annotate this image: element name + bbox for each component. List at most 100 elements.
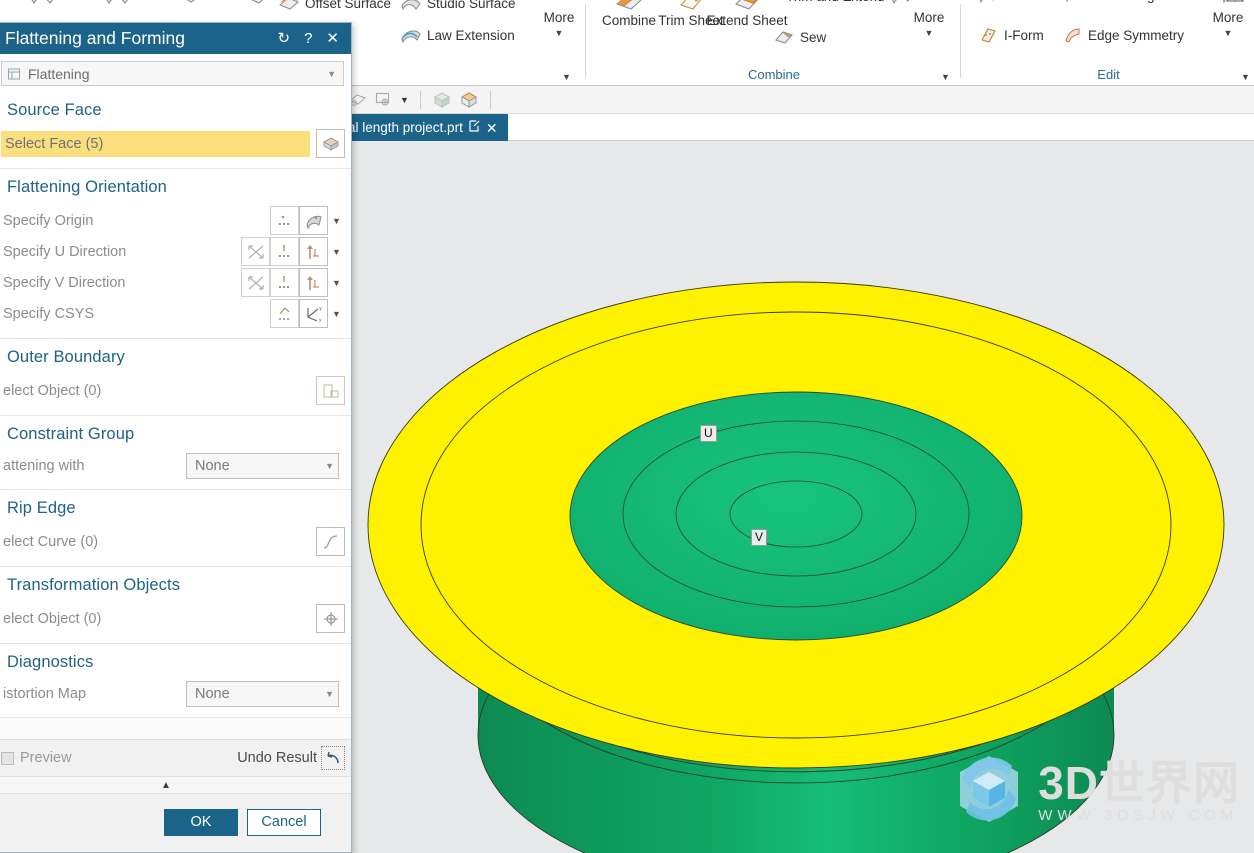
ribbon-item-law-extension[interactable]: Law Extension [400, 26, 515, 44]
origin-surface-icon[interactable] [299, 206, 328, 235]
chevron-down-icon[interactable]: ▼ [328, 268, 345, 297]
ribbon-item-label: Offset Surface [305, 0, 392, 11]
specify-u-direction-row[interactable]: ✓ Specify U Direction ▼ [1, 237, 345, 266]
cancel-button[interactable]: Cancel [247, 808, 321, 836]
watermark-sub-text: WWW.3DSJW.COM [1038, 806, 1239, 824]
select-object-transform-row[interactable]: elect Object (0) [1, 604, 345, 633]
point-dialog-icon[interactable] [270, 206, 299, 235]
row-label: elect Object (0) [3, 610, 102, 627]
vector-normal-icon[interactable] [299, 237, 328, 266]
section-heading: Diagnostics [7, 653, 94, 671]
distortion-map-select[interactable]: None ▼ [186, 681, 339, 707]
select-face-row[interactable]: ✓ Select Face (5) [1, 129, 345, 158]
reset-button[interactable]: ↻ [278, 31, 291, 46]
ribbon-item-offset-surface[interactable]: Offset Surface [278, 0, 391, 12]
chevron-down-icon[interactable]: ▼ [328, 206, 345, 235]
ok-button[interactable]: OK [164, 808, 238, 836]
curve-rule-icon[interactable] [316, 376, 345, 405]
ribbon-item-match-edge[interactable]: Match Edge [1063, 0, 1162, 4]
chevron-down-icon[interactable]: ▼ [328, 237, 345, 266]
ribbon-more-combine[interactable]: More ▼ [906, 10, 952, 41]
extrude-icon [178, 0, 204, 6]
specify-csys-row[interactable]: ✓ Specify CSYS Yx ▼ [1, 299, 345, 328]
ribbon-item-through-curves-a[interactable] [30, 0, 56, 6]
type-selector-label: Flattening [28, 65, 90, 82]
specify-origin-row[interactable]: ✓ Specify Origin ▼ [1, 206, 345, 235]
match-edge-icon [1063, 0, 1085, 4]
section-source-face: Source Face ✓ Select Face (5) [0, 92, 351, 169]
select-object-boundary-row[interactable]: elect Object (0) [1, 376, 345, 405]
ribbon-item-edge-symmetry[interactable]: Edge Symmetry [1061, 26, 1184, 44]
row-label: Specify CSYS [3, 305, 95, 322]
ribbon-item-extend-sheet[interactable]: Extend Sheet [706, 0, 788, 28]
dialog-title-bar[interactable]: Flattening and Forming ↻ ? ✕ [0, 23, 351, 54]
chevron-down-icon: ▼ [924, 28, 934, 38]
curve-select-icon[interactable] [316, 527, 345, 556]
file-tab[interactable]: al length project.prt ✕ [340, 114, 508, 141]
distortion-map-row[interactable]: istortion Map None ▼ [1, 681, 345, 707]
watermark-main-text: 3D世界网 [1038, 756, 1240, 809]
detach-icon[interactable] [469, 120, 480, 135]
model-inner-dish [569, 391, 1023, 641]
reverse-direction-icon[interactable] [241, 268, 270, 297]
reverse-direction-icon[interactable] [241, 237, 270, 266]
ribbon-group-label-edit: Edit [1097, 67, 1120, 82]
chevron-down-icon[interactable]: ▼ [328, 299, 345, 328]
surface-triangle-icon [1221, 0, 1247, 6]
ribbon-group-label-combine: Combine [747, 67, 801, 82]
close-icon[interactable]: ✕ [486, 121, 498, 135]
ribbon-more-surface[interactable]: More ▼ [536, 10, 582, 41]
section-heading: Rip Edge [7, 499, 76, 517]
ribbon-item-sew[interactable]: Sew [773, 28, 826, 46]
datum-dropdown-caret-icon[interactable]: ▼ [400, 95, 409, 105]
i-form-icon [977, 26, 999, 44]
chevron-down-icon: ▼ [325, 689, 334, 699]
ribbon-item-combine[interactable]: Combine [595, 0, 663, 28]
ribbon-item-studio-surface[interactable]: Studio Surface [400, 0, 516, 12]
vector-normal-icon[interactable] [299, 268, 328, 297]
v-direction-label: V [751, 529, 768, 546]
shaded-with-edges-icon[interactable] [459, 91, 479, 109]
svg-text:x: x [319, 318, 322, 323]
preview-bar: Preview Undo Result [0, 739, 351, 777]
3d-viewport[interactable]: U V 3D世界网 WWW.3DSJW.COM [340, 141, 1254, 853]
ribbon-item-extrude[interactable] [178, 0, 204, 6]
flattening-with-select[interactable]: None ▼ [186, 453, 339, 479]
ribbon-item-revolve[interactable] [245, 0, 271, 6]
ribbon-item-trim-and-extend[interactable]: Trim and Extend [786, 0, 916, 6]
vector-dialog-icon[interactable] [270, 237, 299, 266]
dialog-body: Source Face ✓ Select Face (5) Flattening… [0, 92, 351, 739]
ribbon-item-edit-extra[interactable] [1221, 0, 1247, 6]
dialog-collapse-bar[interactable]: ▲ [0, 777, 351, 794]
select-curve-row[interactable]: elect Curve (0) [1, 527, 345, 556]
help-button[interactable]: ? [304, 31, 312, 46]
flattening-with-row[interactable]: attening with None ▼ [1, 453, 345, 479]
section-rip-edge: Rip Edge elect Curve (0) [0, 490, 351, 567]
undo-icon[interactable] [321, 746, 345, 770]
ribbon-item-i-form[interactable]: I-Form [977, 26, 1044, 44]
row-label: Specify Origin [3, 212, 94, 229]
select-face-field[interactable]: Select Face (5) [1, 130, 310, 157]
ribbon-item-through-curves-b[interactable] [105, 0, 131, 6]
ribbon-separator-2 [960, 4, 961, 78]
shaded-body-icon[interactable] [432, 91, 452, 109]
csys-axes-icon[interactable]: Yx [299, 299, 328, 328]
specify-v-direction-row[interactable]: ✓ Specify V Direction ▼ [1, 268, 345, 297]
section-heading: Transformation Objects [7, 576, 181, 594]
preview-checkbox[interactable] [1, 751, 14, 765]
face-select-icon[interactable] [316, 129, 345, 158]
chevron-down-icon: ▼ [327, 68, 336, 79]
csys-dialog-icon[interactable] [270, 299, 299, 328]
flattening-and-forming-dialog: Flattening and Forming ↻ ? ✕ Flattening … [0, 22, 352, 853]
ribbon-group-expand-surface[interactable]: ▼ [562, 72, 571, 82]
row-label: istortion Map [3, 686, 87, 702]
ribbon-item-x-form[interactable]: X-Form [977, 0, 1049, 4]
section-heading: Source Face [7, 101, 102, 119]
preview-label: Preview [20, 750, 72, 766]
close-button[interactable]: ✕ [326, 31, 339, 46]
ribbon-more-edit[interactable]: More ▼ [1205, 10, 1251, 41]
type-selector[interactable]: Flattening ▼ [1, 61, 344, 86]
transform-target-icon[interactable] [316, 604, 345, 633]
vector-dialog-icon[interactable] [270, 268, 299, 297]
datum-axis-icon[interactable] [374, 91, 393, 108]
